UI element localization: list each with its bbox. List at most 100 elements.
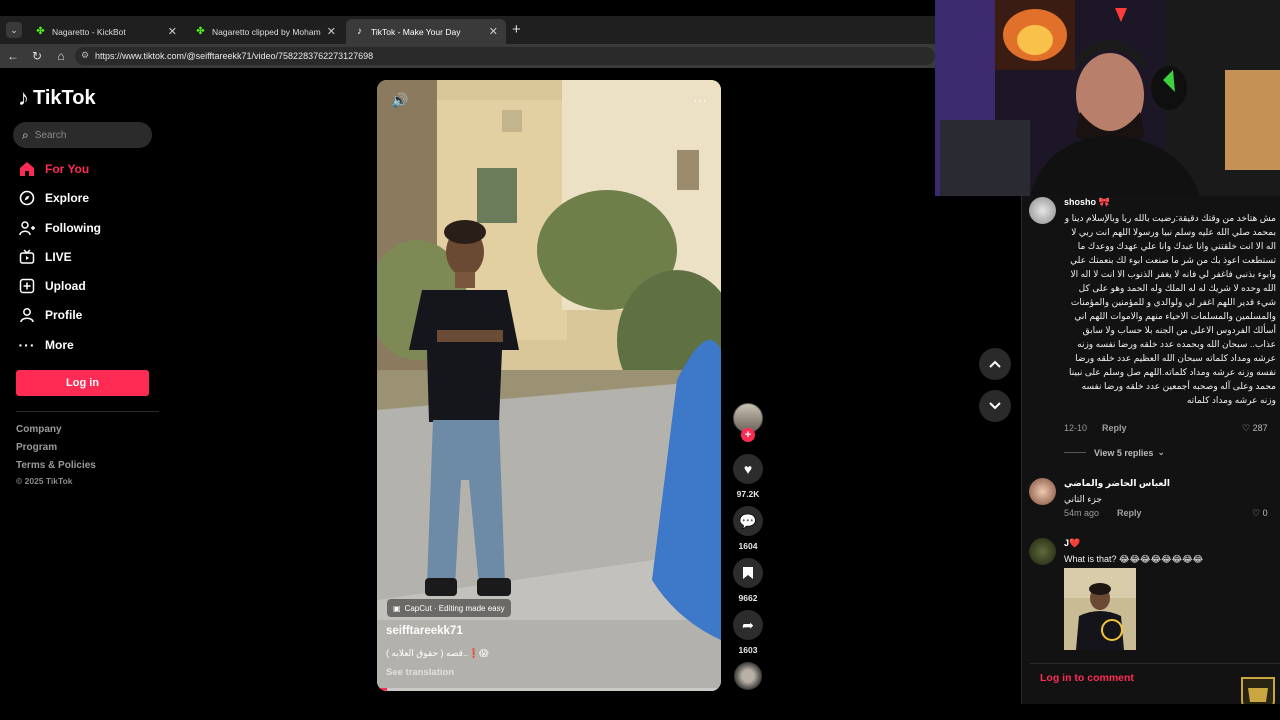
tiktok-icon: ♪: [357, 26, 362, 37]
reply-button[interactable]: Reply: [1102, 423, 1127, 433]
tab-title: Nagaretto clipped by Mohamad_S: [212, 26, 321, 37]
browser-toolbar: ← ↻ ⌂ ⚙ https://www.tiktok.com/@seifftar…: [0, 44, 935, 68]
comment-username[interactable]: J❤️: [1064, 538, 1276, 549]
capcut-text: CapCut · Editing made easy: [404, 603, 505, 613]
sidebar-divider: [16, 411, 159, 412]
browser-tab[interactable]: ✤ Nagaretto - KickBot ✕: [27, 19, 185, 44]
sidebar-item-more[interactable]: ··· More: [18, 335, 74, 355]
video-player[interactable]: 🔊 ··· ▣ CapCut · Editing made easy seiff…: [377, 80, 721, 691]
sidebar-item-following[interactable]: Following: [18, 218, 101, 238]
comment-date: 12-10: [1064, 423, 1088, 433]
comment-like-button[interactable]: ♡ 287: [1242, 423, 1268, 434]
see-translation-link[interactable]: See translation: [386, 667, 454, 678]
video-caption: قصه ( حقوق العلابه )..❗😱: [386, 648, 489, 658]
volume-icon[interactable]: 🔊: [391, 92, 408, 109]
comment-item: العباس الحاضر والماضي جزء التاني: [1064, 478, 1276, 506]
chevron-down-icon: ⌄: [1157, 447, 1165, 457]
comment-text: مش هتاخد من وقتك دقيقة:رضيت بالله ربا وب…: [1064, 213, 1276, 405]
comment-like-button[interactable]: ♡ 0: [1252, 508, 1268, 519]
heart-outline-icon: ♡: [1252, 508, 1261, 518]
music-disc-icon[interactable]: [734, 662, 762, 690]
search-placeholder: Search: [34, 129, 67, 141]
more-icon: ···: [18, 337, 36, 353]
previous-video-button[interactable]: [979, 348, 1011, 380]
sidebar-item-label: More: [45, 338, 74, 352]
comment-image[interactable]: [1064, 568, 1136, 650]
close-tab-icon[interactable]: ✕: [327, 25, 336, 38]
new-tab-button[interactable]: +: [512, 21, 521, 38]
comment-like-count: 287: [1252, 423, 1268, 433]
chevron-up-icon: [989, 360, 1001, 368]
bookmark-icon: [743, 567, 753, 579]
search-icon: ⌕: [22, 127, 29, 142]
reload-icon[interactable]: ↻: [29, 48, 45, 64]
comment-icon: 💬: [739, 512, 757, 529]
kick-icon: ✤: [36, 26, 45, 37]
sidebar-item-label: Explore: [45, 191, 90, 205]
share-button[interactable]: ➦: [733, 610, 763, 640]
video-progress-fill: [377, 688, 388, 691]
sidebar-item-label: Profile: [45, 308, 83, 322]
bottom-strip: [0, 704, 1280, 720]
heart-icon: ♥: [743, 461, 753, 477]
sidebar-item-label: Following: [45, 221, 101, 235]
brand-name: TikTok: [33, 86, 96, 109]
comment-date: 54m ago: [1064, 508, 1100, 518]
live-icon: [18, 248, 36, 266]
heart-outline-icon: ♡: [1242, 423, 1251, 433]
sidebar-item-for-you[interactable]: For You: [18, 159, 89, 179]
comment-avatar[interactable]: [1029, 478, 1056, 505]
sidebar-item-live[interactable]: LIVE: [18, 247, 72, 267]
sidebar-item-label: For You: [45, 162, 90, 176]
tab-list-dropdown[interactable]: ⌄: [6, 22, 22, 38]
more-options-icon[interactable]: ···: [693, 92, 707, 108]
comment-username[interactable]: shosho 🎀: [1064, 197, 1276, 208]
search-input[interactable]: ⌕ Search: [13, 122, 152, 148]
video-author[interactable]: seifftareekk71: [386, 625, 463, 637]
tab-title: Nagaretto - KickBot: [52, 26, 126, 37]
home-icon[interactable]: ⌂: [53, 48, 69, 64]
like-count: 97.2K: [736, 489, 760, 499]
sidebar-item-profile[interactable]: Profile: [18, 305, 82, 325]
close-tab-icon[interactable]: ✕: [168, 25, 177, 38]
view-replies-label: View 5 replies: [1094, 447, 1154, 458]
chevron-down-icon: ⌄: [10, 24, 18, 35]
save-button[interactable]: [733, 558, 763, 588]
next-video-button[interactable]: [979, 390, 1011, 422]
comment-item: shosho 🎀 مش هتاخد من وقتك دقيقة:رضيت بال…: [1064, 197, 1276, 407]
follow-plus-icon[interactable]: +: [741, 428, 755, 442]
comment-username[interactable]: العباس الحاضر والماضي: [1064, 478, 1276, 489]
view-replies-button[interactable]: View 5 replies ⌄: [1064, 447, 1165, 458]
sidebar-item-explore[interactable]: Explore: [18, 188, 89, 208]
footer-link-terms[interactable]: Terms & Policies: [16, 460, 96, 471]
footer-link-program[interactable]: Program: [16, 442, 57, 453]
replies-divider: [1064, 452, 1086, 453]
address-bar[interactable]: ⚙ https://www.tiktok.com/@seifftareekk71…: [75, 47, 935, 65]
reply-button[interactable]: Reply: [1117, 508, 1142, 518]
site-info-icon[interactable]: ⚙: [81, 50, 89, 61]
user-plus-icon: [18, 219, 36, 237]
sidebar-item-label: Upload: [45, 279, 86, 293]
login-button[interactable]: Log in: [16, 370, 149, 396]
compass-icon: [18, 189, 36, 207]
video-progress-bar[interactable]: [377, 688, 721, 691]
url-text: https://www.tiktok.com/@seifftareekk71/v…: [95, 51, 374, 61]
browser-tab[interactable]: ✤ Nagaretto clipped by Mohamad_S ✕: [187, 19, 344, 44]
tiktok-logo[interactable]: ♪ TikTok: [18, 85, 96, 111]
comment-avatar[interactable]: [1029, 538, 1056, 565]
capcut-label[interactable]: ▣ CapCut · Editing made easy: [387, 599, 511, 617]
comment-button[interactable]: 💬: [733, 506, 763, 536]
home-icon: [18, 160, 36, 178]
footer-link-company[interactable]: Company: [16, 424, 62, 435]
comment-avatar[interactable]: [1029, 197, 1056, 224]
back-icon[interactable]: ←: [5, 48, 21, 64]
share-icon: ➦: [742, 616, 754, 633]
close-tab-icon[interactable]: ✕: [489, 25, 498, 38]
share-count: 1603: [738, 645, 758, 655]
sidebar-item-upload[interactable]: Upload: [18, 276, 86, 296]
webcam-overlay: [935, 0, 1280, 196]
browser-tab-active[interactable]: ♪ TikTok - Make Your Day ✕: [346, 19, 506, 44]
webcam-image: [935, 0, 1280, 196]
capcut-icon: ▣: [393, 603, 401, 613]
like-button[interactable]: ♥: [733, 454, 763, 484]
